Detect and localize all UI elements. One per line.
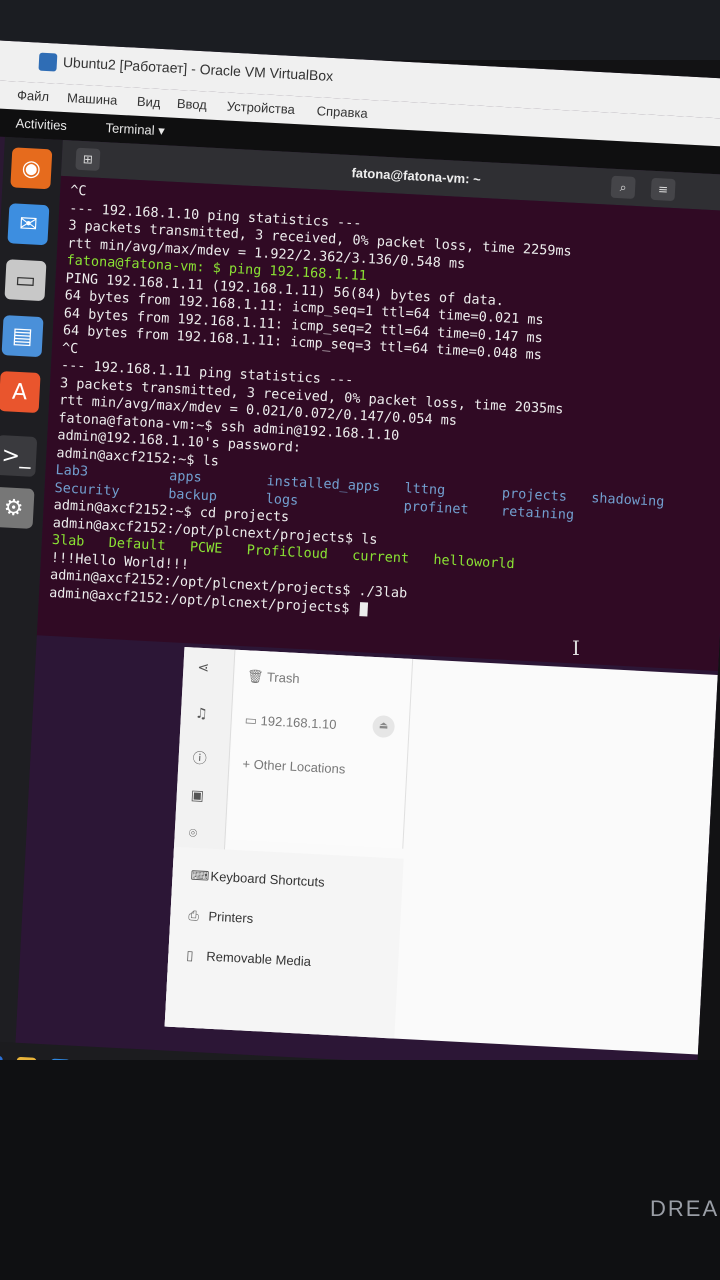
sidebar-item-label: Trash <box>266 669 301 687</box>
settings-item-printers[interactable]: ⎙ Printers <box>188 907 254 927</box>
media-icon: ▯ <box>185 947 194 963</box>
new-tab-icon[interactable]: ⊞ <box>75 147 101 171</box>
printer-icon: ⎙ <box>188 907 200 924</box>
software-center-icon[interactable]: A <box>0 371 41 414</box>
settings-item-label: Removable Media <box>205 948 312 970</box>
menu-devices[interactable]: Устройства <box>226 98 295 117</box>
activities-button[interactable]: Activities <box>15 115 67 133</box>
menu-machine[interactable]: Машина <box>67 90 118 108</box>
eject-icon[interactable]: ⏏ <box>372 714 396 739</box>
menu-view[interactable]: Вид <box>137 94 161 110</box>
monitor-bezel <box>0 1060 720 1280</box>
monitor-brand-logo: DREA <box>650 1196 720 1221</box>
monitor-screen: Ubuntu2 [Работает] - Oracle VM VirtualBo… <box>0 40 720 1109</box>
terminal-icon[interactable]: >_ <box>0 434 38 477</box>
sidebar-item-label: Other Locations <box>253 756 346 777</box>
settings-item-removable-media[interactable]: ▯ Removable Media <box>186 948 311 971</box>
display-icon[interactable]: ▣ <box>190 788 204 805</box>
firefox-icon[interactable]: ◉ <box>10 147 53 190</box>
terminal-output: ^C --- 192.168.1.10 ping statistics --- … <box>49 182 680 633</box>
writer-icon[interactable]: ▤ <box>1 315 44 358</box>
settings-list: ⌨Keyboard Shortcuts ⎙ Printers ▯ Removable… <box>164 846 404 1039</box>
files-window: ⋖ ♫ ⓘ ▣ ⌾ 🗑 Trash ▭ 192.168.1.10 ⏏ + Oth… <box>164 647 718 1055</box>
menu-file[interactable]: Файл <box>17 88 50 105</box>
menu-input[interactable]: Ввод <box>177 96 208 113</box>
info-icon[interactable]: ⓘ <box>192 748 207 769</box>
text-cursor <box>359 601 368 617</box>
terminal-app-menu[interactable]: Terminal ▾ <box>105 120 165 139</box>
mouse-icon[interactable]: ⌾ <box>188 825 197 841</box>
files-sidebar: 🗑 Trash ▭ 192.168.1.10 ⏏ + Other Locatio… <box>226 649 414 849</box>
settings-icon[interactable]: ⚙ <box>0 486 35 529</box>
files-icon[interactable]: ▭ <box>4 259 47 302</box>
mail-icon[interactable]: ✉ <box>7 203 50 246</box>
virtualbox-icon <box>38 52 58 72</box>
sidebar-item-trash[interactable]: 🗑 Trash <box>247 668 300 687</box>
desktop-area: ⊞ fatona@fatona-vm: ~ ⌕ ≡ ^C --- 192.168… <box>14 139 720 1095</box>
settings-item-keyboard-shortcuts[interactable]: ⌨Keyboard Shortcuts <box>190 868 325 891</box>
keyboard-icon: ⌨ <box>190 867 210 884</box>
sidebar-item-network-share[interactable]: ▭ 192.168.1.10 <box>244 712 337 733</box>
sidebar-item-label: 192.168.1.10 <box>260 713 337 733</box>
settings-item-label: Keyboard Shortcuts <box>210 868 325 890</box>
search-icon[interactable]: ⌕ <box>610 175 636 199</box>
hamburger-menu-icon[interactable]: ≡ <box>650 177 676 202</box>
sidebar-item-other-locations[interactable]: + Other Locations <box>242 756 346 776</box>
share-icon[interactable]: ⋖ <box>197 660 210 677</box>
window-title: Ubuntu2 [Работает] - Oracle VM VirtualBo… <box>62 53 334 84</box>
menu-help[interactable]: Справка <box>316 103 368 121</box>
music-icon[interactable]: ♫ <box>195 706 208 723</box>
terminal-title: fatona@fatona-vm: ~ <box>351 165 482 187</box>
settings-item-label: Printers <box>208 908 254 926</box>
terminal-window[interactable]: ^C --- 192.168.1.10 ping statistics --- … <box>36 175 720 671</box>
mouse-pointer-icon: I <box>572 636 580 660</box>
